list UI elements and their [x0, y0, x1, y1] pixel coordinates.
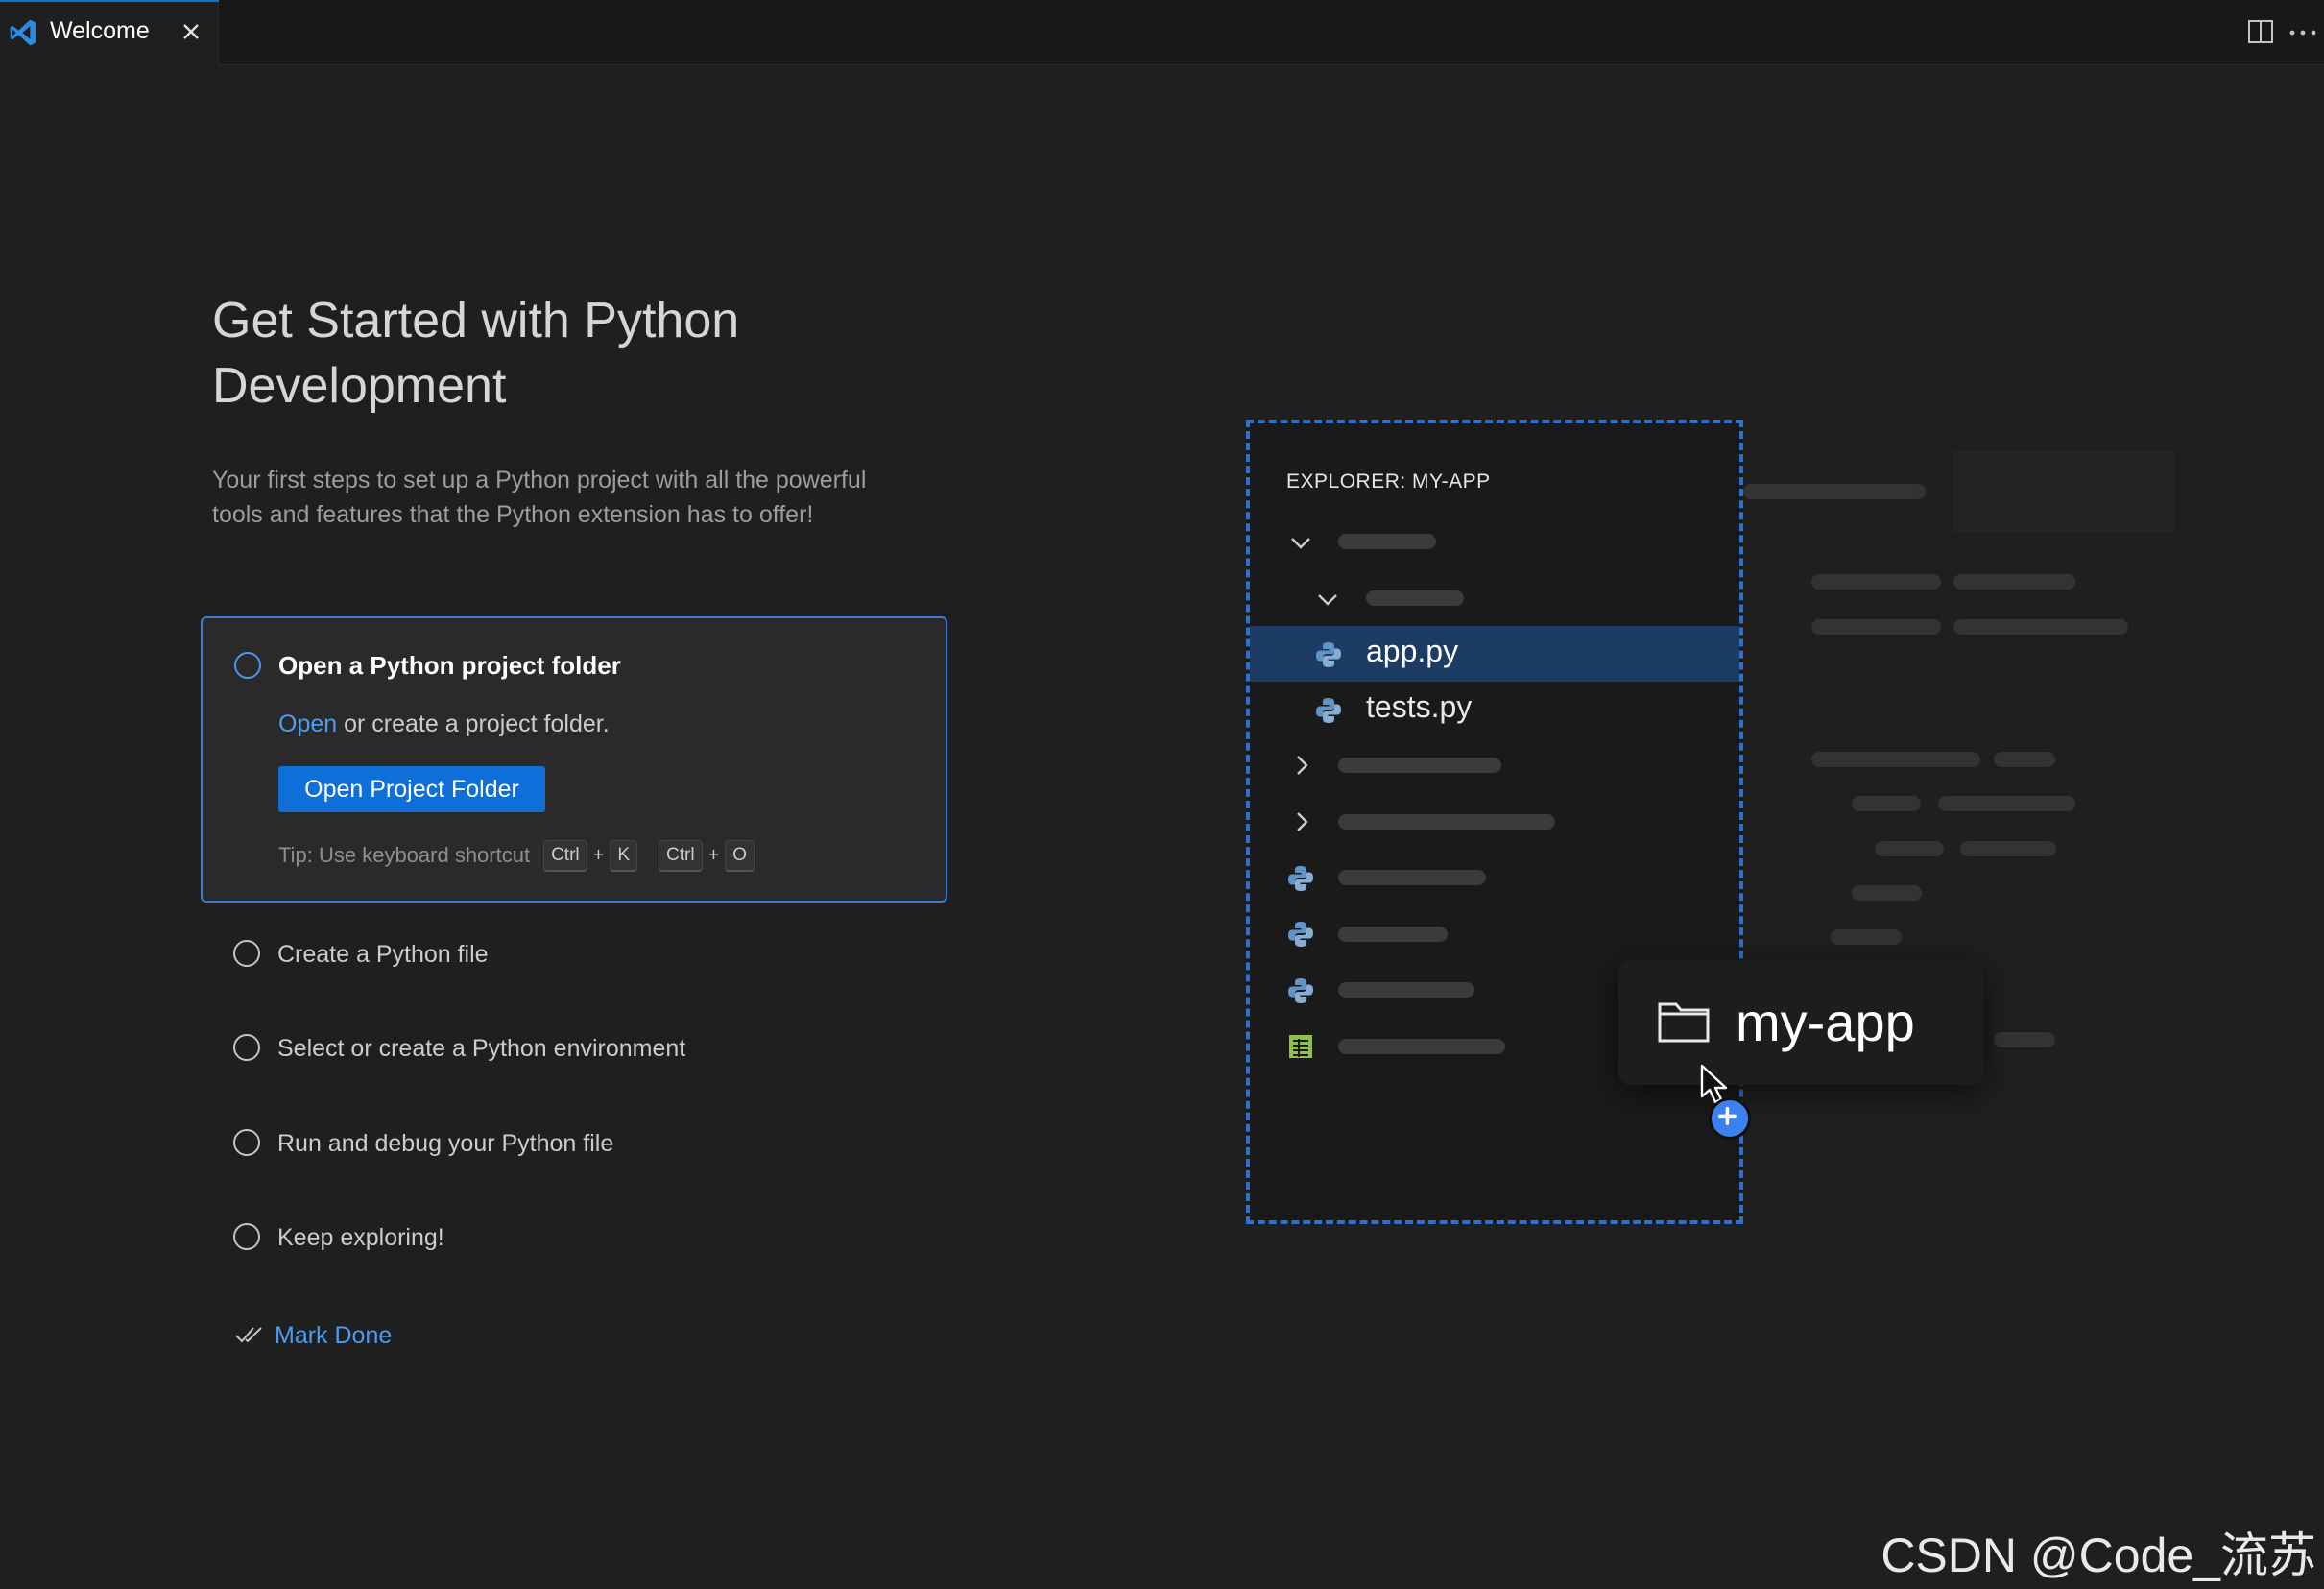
page-title: Get Started with Python Development	[212, 288, 942, 419]
placeholder-bar	[1960, 841, 2056, 856]
step-status-circle-icon	[234, 652, 261, 679]
chevron-down-icon	[1291, 538, 1310, 549]
python-file-icon	[1288, 866, 1313, 891]
mark-done-link[interactable]: Mark Done	[234, 1321, 392, 1350]
kbd-plus: +	[707, 844, 720, 866]
python-file-icon	[1316, 698, 1341, 723]
chevron-right-icon	[1297, 812, 1308, 831]
open-project-folder-button[interactable]: Open Project Folder	[278, 766, 545, 812]
step-create-python-file[interactable]: Create a Python file	[277, 941, 489, 969]
chevron-right-icon	[1297, 756, 1308, 775]
file-label-tests-py: tests.py	[1366, 689, 1473, 724]
placeholder-bar	[1366, 590, 1464, 606]
python-file-icon	[1288, 978, 1313, 1003]
step-keep-exploring[interactable]: Keep exploring!	[277, 1224, 444, 1252]
placeholder-bar	[1338, 758, 1501, 773]
python-file-icon	[1316, 642, 1341, 667]
open-link[interactable]: Open	[278, 710, 337, 737]
step-status-circle-icon	[233, 940, 260, 967]
step-run-debug[interactable]: Run and debug your Python file	[277, 1130, 613, 1158]
tip-label: Tip: Use keyboard shortcut	[278, 843, 531, 867]
placeholder-bar	[1953, 574, 2075, 590]
placeholder-bar	[1743, 484, 1926, 499]
kbd-key: Ctrl	[659, 839, 703, 872]
placeholder-bar	[1994, 752, 2055, 767]
placeholder-bar	[1852, 885, 1922, 901]
placeholder-bar	[1994, 1032, 2055, 1047]
step-description-text: or create a project folder.	[337, 710, 610, 737]
kbd-key: O	[725, 839, 755, 872]
placeholder-bar	[1811, 619, 1941, 635]
illustration-editor-block	[1953, 451, 2174, 532]
chevron-down-icon	[1318, 594, 1337, 606]
close-icon[interactable]	[177, 15, 205, 48]
file-label-app-py: app.py	[1366, 634, 1459, 668]
page-subtitle: Your first steps to set up a Python proj…	[212, 463, 942, 532]
watermark: CSDN @Code_流苏	[1881, 1529, 2316, 1582]
step-select-environment[interactable]: Select or create a Python environment	[277, 1035, 685, 1063]
placeholder-bar	[1852, 796, 1921, 811]
placeholder-bar	[1338, 870, 1486, 885]
placeholder-bar	[1338, 982, 1474, 998]
tab-label: Welcome	[50, 17, 150, 44]
python-file-icon	[1288, 922, 1313, 947]
spreadsheet-file-icon	[1289, 1035, 1312, 1058]
add-plus-icon	[1709, 1097, 1751, 1140]
title-line-2: Development	[212, 358, 507, 414]
step-status-circle-icon	[233, 1034, 260, 1061]
split-editor-icon[interactable]	[2246, 17, 2275, 46]
step-status-circle-icon	[233, 1223, 260, 1250]
kbd-plus: +	[592, 844, 605, 866]
vscode-icon	[10, 19, 36, 46]
explorer-title: EXPLORER: MY-APP	[1286, 470, 1491, 493]
step-status-circle-icon	[233, 1129, 260, 1156]
drag-folder-label: my-app	[1736, 992, 1915, 1052]
placeholder-bar	[1831, 929, 1902, 945]
placeholder-bar	[1338, 927, 1448, 942]
tab-active-indicator	[0, 0, 219, 2]
title-line-1: Get Started with Python	[212, 293, 740, 349]
kbd-key: Ctrl	[543, 839, 587, 872]
placeholder-bar	[1811, 752, 1980, 767]
subtitle-line-1: Your first steps to set up a Python proj…	[212, 467, 867, 494]
editor-tab-bar: Welcome	[0, 0, 2324, 65]
placeholder-bar	[1338, 1039, 1505, 1054]
placeholder-bar	[1875, 841, 1944, 856]
folder-icon	[1658, 1002, 1710, 1043]
placeholder-bar	[1811, 574, 1941, 590]
tab-welcome[interactable]: Welcome	[0, 0, 219, 65]
check-all-icon	[235, 1327, 262, 1343]
step-title-open-folder[interactable]: Open a Python project folder	[278, 651, 621, 681]
step-description: Open or create a project folder.	[278, 710, 610, 738]
more-actions-icon[interactable]	[2288, 29, 2317, 36]
subtitle-line-2: tools and features that the Python exten…	[212, 501, 814, 528]
mark-done-label: Mark Done	[275, 1321, 393, 1349]
shortcut-tip: Tip: Use keyboard shortcut Ctrl + K Ctrl…	[278, 837, 758, 874]
placeholder-bar	[1953, 619, 2128, 635]
placeholder-bar	[1938, 796, 2075, 811]
placeholder-bar	[1338, 534, 1436, 549]
kbd-key: K	[610, 839, 638, 872]
placeholder-bar	[1338, 814, 1555, 830]
